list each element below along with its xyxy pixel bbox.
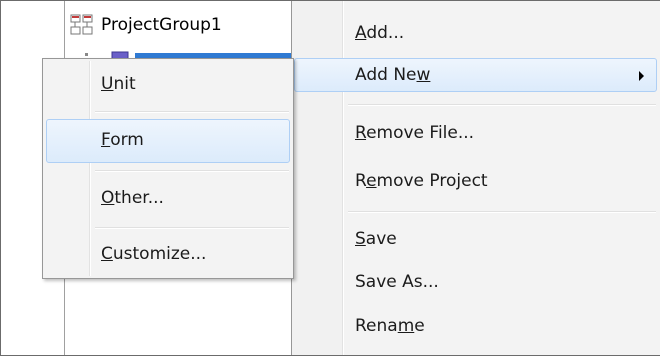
menu-item-label: Add... — [355, 23, 405, 43]
tree-connector — [85, 53, 88, 56]
context-menu: Add... Add New Remove File... Remove Pro… — [291, 1, 660, 355]
menu-item-label: Rename — [355, 316, 425, 336]
menu-separator — [95, 111, 289, 113]
submenu-item-form[interactable]: Form — [46, 119, 290, 163]
menu-separator — [348, 104, 656, 106]
menu-item-label: Unit — [101, 74, 136, 94]
add-new-submenu: Unit Form Other... Customize... — [42, 58, 294, 279]
tree-node-label: ProjectGroup1 — [101, 15, 222, 35]
project-group-icon — [70, 14, 93, 35]
menu-item-label: Remove Project — [355, 171, 488, 191]
menu-item-label: Remove File... — [355, 123, 475, 143]
submenu-item-unit[interactable]: Unit — [46, 63, 290, 107]
menu-item-label: Form — [101, 130, 144, 150]
menu-item-save-as[interactable]: Save As... — [294, 265, 657, 299]
submenu-item-other[interactable]: Other... — [46, 177, 290, 221]
menu-item-label: Save — [355, 229, 397, 249]
menu-item-label: Add New — [355, 65, 431, 85]
menu-item-label: Save As... — [355, 272, 439, 292]
submenu-item-customize[interactable]: Customize... — [46, 233, 290, 277]
menu-item-label: Other... — [101, 188, 164, 208]
submenu-arrow-icon — [639, 71, 644, 81]
ide-window: ProjectGroup1 Add... Add New Remove File… — [0, 0, 660, 356]
menu-item-remove-project[interactable]: Remove Project — [294, 164, 657, 198]
menu-item-label: Customize... — [101, 244, 207, 264]
menu-separator — [348, 211, 656, 213]
menu-item-add[interactable]: Add... — [294, 16, 657, 50]
menu-item-save[interactable]: Save — [294, 222, 657, 256]
menu-separator — [95, 170, 289, 172]
menu-item-rename[interactable]: Rename — [294, 309, 657, 343]
menu-item-add-new[interactable]: Add New — [294, 58, 657, 92]
tree-node-project-group[interactable]: ProjectGroup1 — [69, 11, 222, 39]
menu-item-remove-file[interactable]: Remove File... — [294, 116, 657, 150]
menu-separator — [95, 227, 289, 229]
